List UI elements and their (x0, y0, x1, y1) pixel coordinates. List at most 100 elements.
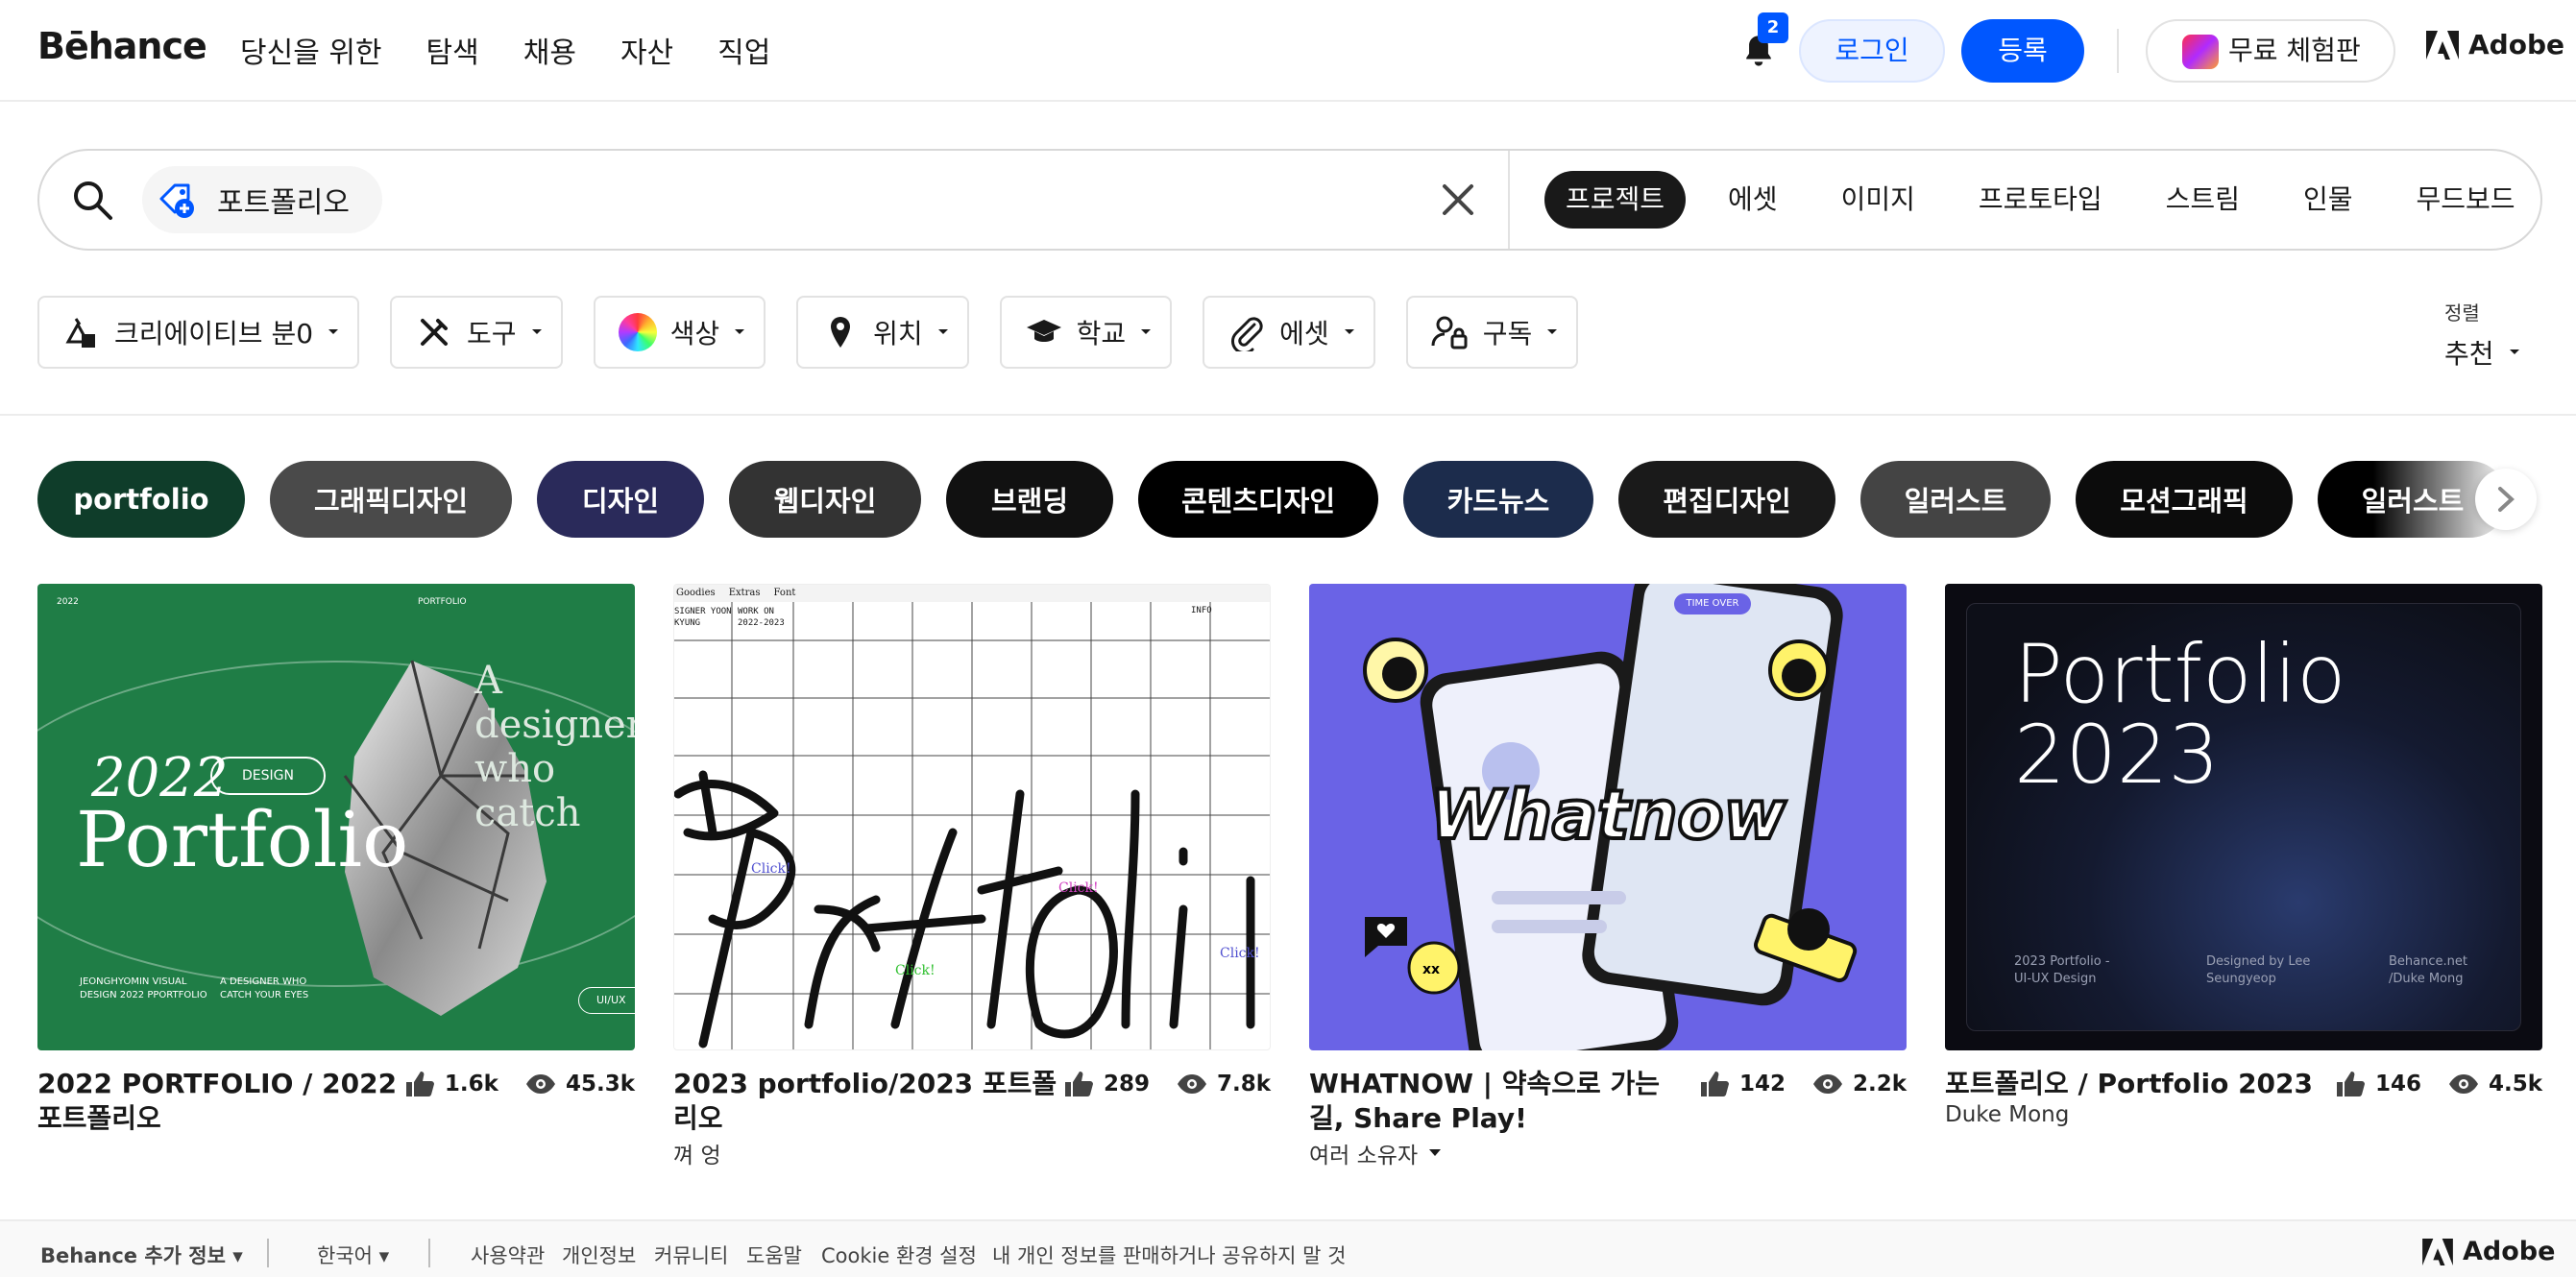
thumb-brand: Whatnow (1428, 774, 1787, 856)
tag-pill[interactable]: 일러스트 (1860, 461, 2051, 538)
tag-pill[interactable]: 디자인 (537, 461, 704, 538)
tab-moodboards[interactable]: 무드보드 (2394, 171, 2536, 229)
project-stats: 289 7.8k (1063, 1070, 1271, 1098)
chevron-down-icon (735, 329, 745, 334)
nav-assets[interactable]: 자산 (620, 29, 673, 71)
views-count: 4.5k (2488, 1072, 2542, 1096)
owner-name[interactable]: Duke Mong (1945, 1102, 2069, 1127)
nav-for-you[interactable]: 당신을 위한 (240, 29, 382, 71)
footer-divider (267, 1239, 269, 1267)
views-stat: 45.3k (525, 1070, 635, 1098)
project-owner[interactable]: 껴 엉 (673, 1137, 721, 1169)
thumb-text: Behance.net /Duke Mong (2389, 954, 2467, 986)
thumbs-up-icon (1064, 1072, 1093, 1096)
filter-creative-fields[interactable]: 크리에이티브 분0 (37, 296, 360, 369)
project-card[interactable]: Portfolio 2023 2023 Portfolio - UI-UX De… (1945, 584, 2542, 1127)
filter-label: 색상 (669, 318, 720, 349)
footer-adobe-link[interactable]: Adobe (2422, 1237, 2555, 1266)
chevron-right-icon (2498, 487, 2515, 512)
thumb-badge: DESIGN (210, 757, 326, 795)
creative-cloud-icon (2182, 35, 2219, 69)
project-title[interactable]: 2023 portfolio/2023 포트폴리오 (673, 1067, 1057, 1136)
footer-link-help[interactable]: 도움말 (746, 1241, 802, 1269)
thumb-text: Click! (1058, 880, 1099, 896)
filter-color[interactable]: 색상 (593, 296, 766, 369)
search-query-chip[interactable]: 포트폴리오 (142, 166, 382, 233)
project-title[interactable]: 2022 PORTFOLIO / 2022 포트폴리오 (37, 1067, 422, 1136)
tools-icon (421, 319, 449, 346)
filter-school[interactable]: 학교 (999, 296, 1173, 369)
behance-logo[interactable]: Bēhance (37, 25, 207, 67)
project-card[interactable]: 2022 PORTFOLIO A designer who catch 2022… (37, 584, 635, 1134)
tag-pill[interactable]: 그래픽디자인 (270, 461, 512, 538)
tag-pill[interactable]: 모션그래픽 (2076, 461, 2293, 538)
sort-value: 추천 (2444, 333, 2521, 372)
sort-value-text: 추천 (2444, 338, 2494, 370)
tag-pill[interactable]: 브랜딩 (946, 461, 1113, 538)
tab-projects[interactable]: 프로젝트 (1544, 171, 1687, 229)
project-title[interactable]: WHATNOW | 약속으로 가는 길, Share Play! (1309, 1067, 1693, 1136)
project-thumbnail[interactable]: Portfolio 2023 2023 Portfolio - UI-UX De… (1945, 584, 2542, 1050)
tag-pill[interactable]: portfolio (37, 461, 245, 538)
filter-location[interactable]: 위치 (796, 296, 969, 369)
tab-assets[interactable]: 에셋 (1707, 171, 1799, 229)
thumb-text: 2022 (57, 597, 79, 607)
nav-explore[interactable]: 탐색 (426, 29, 479, 71)
project-owner[interactable]: Duke Mong (1945, 1102, 2069, 1127)
project-thumbnail[interactable]: Goodies Extras Font Click! Click! Click!… (673, 584, 1271, 1050)
project-title[interactable]: 포트폴리오 / Portfolio 2023 (1945, 1067, 2329, 1101)
tag-pill[interactable]: 편집디자인 (1618, 461, 1835, 538)
chevron-down-icon (328, 329, 339, 334)
project-thumbnail[interactable]: xx Whatnow TIME OVER (1309, 584, 1907, 1050)
adobe-link[interactable]: Adobe (2426, 29, 2564, 60)
project-thumbnail[interactable]: 2022 PORTFOLIO A designer who catch 2022… (37, 584, 635, 1050)
footer-more-info[interactable]: Behance 추가 정보 ▾ (40, 1241, 243, 1269)
thumb-text: SIGNER YOON KYUNG (674, 607, 732, 628)
likes-count: 142 (1738, 1072, 1786, 1096)
footer-language[interactable]: 한국어 ▾ (317, 1241, 389, 1269)
owner-name[interactable]: 여러 소유자 (1309, 1137, 1418, 1169)
tag-pill[interactable]: 웹디자인 (729, 461, 921, 538)
project-owner[interactable]: 여러 소유자 (1309, 1137, 1443, 1169)
filter-assets[interactable]: 에셋 (1203, 296, 1375, 369)
filter-subscription[interactable]: 구독 (1405, 296, 1579, 369)
tab-prototypes[interactable]: 프로토타입 (1957, 171, 2124, 229)
tag-pill[interactable]: 콘텐츠디자인 (1138, 461, 1378, 538)
project-stats: 142 2.2k (1699, 1070, 1907, 1098)
footer-link-community[interactable]: 커뮤니티 (654, 1241, 728, 1269)
footer-divider (428, 1239, 430, 1267)
thumb-line: Portfolio (2014, 627, 2346, 721)
filter-bar: 크리에이티브 분0 도구 색상 위치 학교 에셋 구독 (37, 296, 1609, 369)
thumb-text: JEONGHYOMIN VISUAL DESIGN 2022 PPORTFOLI… (80, 976, 207, 1000)
nav-careers[interactable]: 직업 (717, 29, 770, 71)
sort-dropdown[interactable]: 정렬 추천 (2444, 298, 2521, 372)
thumb-menu: Goodies Extras Font (674, 585, 1270, 602)
filter-label: 에셋 (1279, 318, 1329, 349)
footer-link-cookies[interactable]: Cookie 환경 설정 (821, 1241, 977, 1269)
clear-search-icon[interactable] (1441, 182, 1475, 217)
owner-name[interactable]: 껴 엉 (673, 1137, 721, 1169)
footer-adobe-label: Adobe (2463, 1237, 2556, 1266)
tab-streams[interactable]: 스트림 (2145, 171, 2261, 229)
filter-label: 구독 (1482, 318, 1533, 349)
login-button[interactable]: 로그인 (1799, 19, 1945, 83)
adobe-label: Adobe (2468, 29, 2564, 60)
signup-button[interactable]: 등록 (1961, 19, 2084, 83)
footer-link-privacy[interactable]: 개인정보 (562, 1241, 636, 1269)
tab-people[interactable]: 인물 (2282, 171, 2374, 229)
footer-link-terms[interactable]: 사용약관 (471, 1241, 545, 1269)
filter-tools[interactable]: 도구 (390, 296, 563, 369)
tag-pill[interactable]: 카드뉴스 (1403, 461, 1593, 538)
views-count: 7.8k (1216, 1072, 1271, 1096)
project-card[interactable]: xx Whatnow TIME OVER WHATNOW | 약속으로 가는 길… (1309, 584, 1907, 1169)
search-divider (1508, 151, 1510, 249)
tags-next-button[interactable] (2475, 469, 2537, 530)
nav-jobs[interactable]: 채용 (523, 29, 576, 71)
tab-images[interactable]: 이미지 (1820, 171, 1936, 229)
project-card[interactable]: Goodies Extras Font Click! Click! Click!… (673, 584, 1271, 1169)
views-stat: 2.2k (1812, 1070, 1907, 1098)
footer-link-do-not-sell[interactable]: 내 개인 정보를 판매하거나 공유하지 말 것 (992, 1241, 1347, 1269)
likes-stat: 289 (1063, 1070, 1150, 1098)
top-header: Bēhance 당신을 위한 탐색 채용 자산 직업 2 로그인 등록 무료 체… (0, 0, 2576, 102)
likes-stat: 142 (1699, 1070, 1786, 1098)
